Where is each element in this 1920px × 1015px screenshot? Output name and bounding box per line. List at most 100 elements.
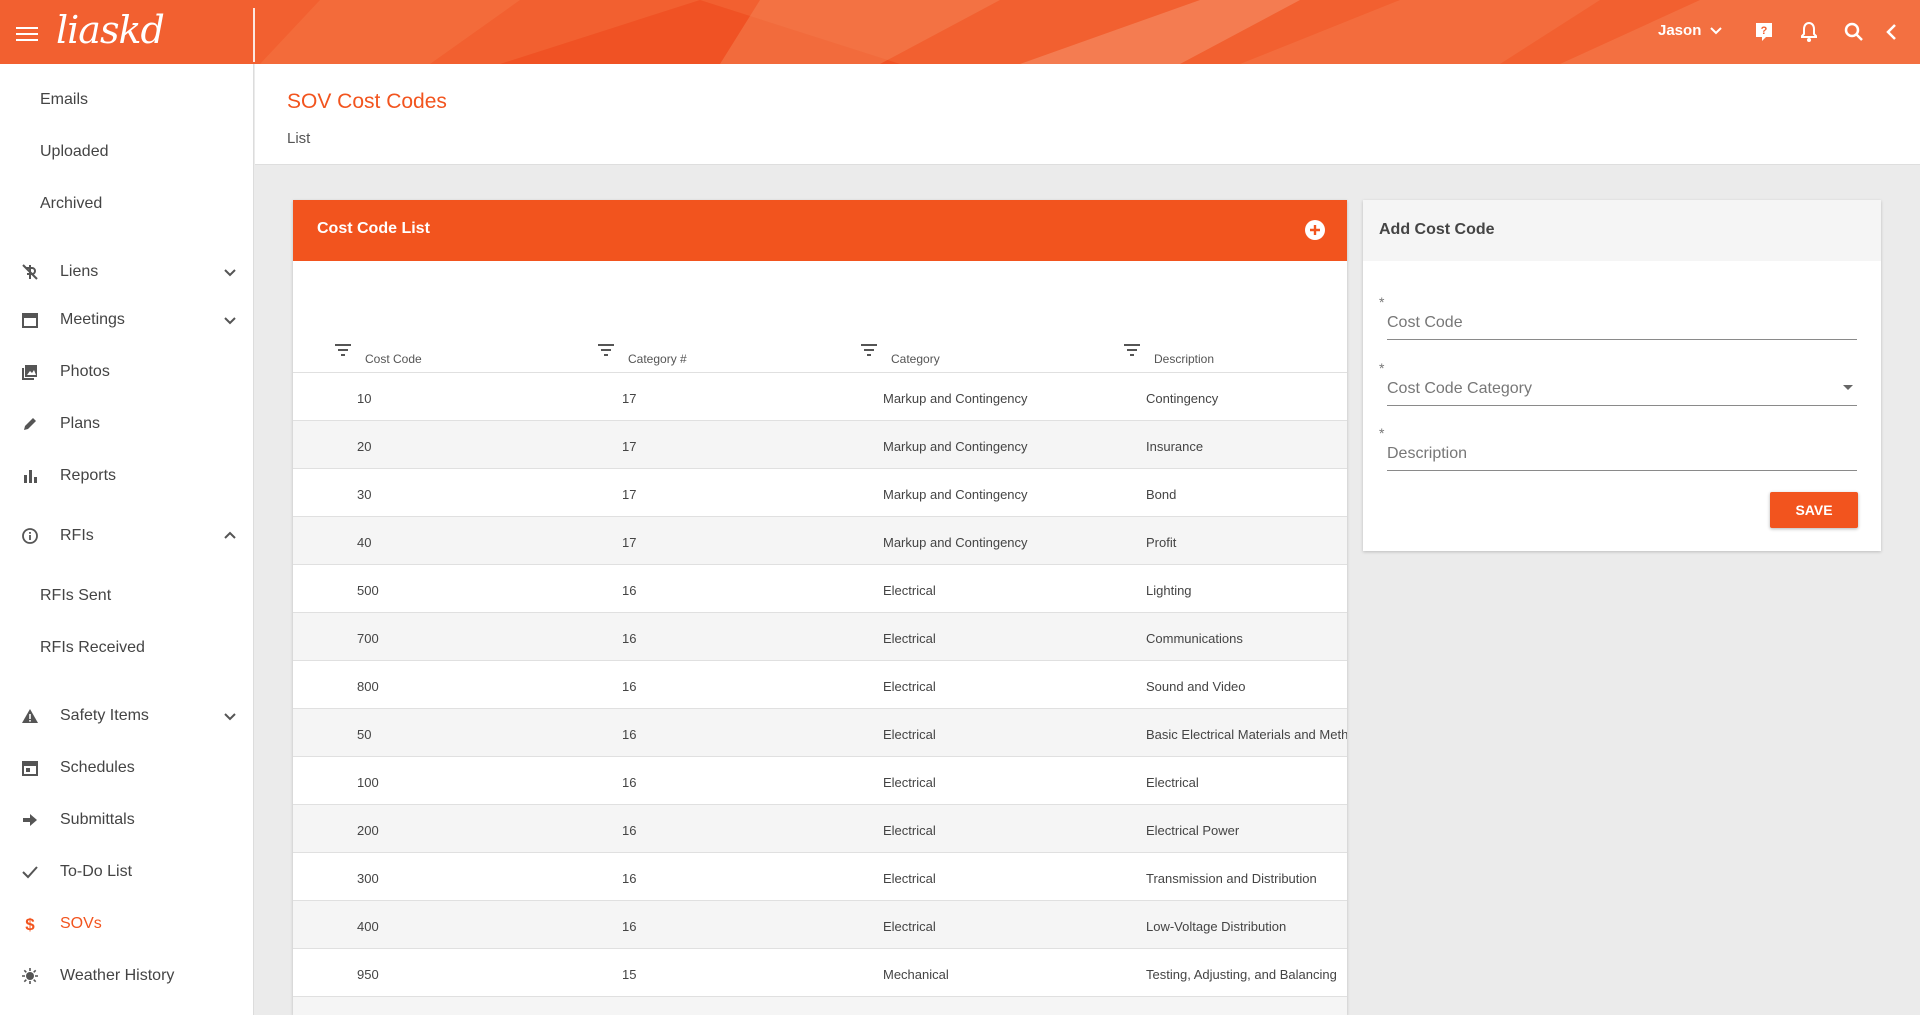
table-row[interactable]: 400 16 Electrical Low-Voltage Distribution xyxy=(293,901,1347,949)
cell-category: Electrical xyxy=(883,727,936,742)
cell-category: Electrical xyxy=(883,583,936,598)
table-row[interactable]: 500 16 Electrical Lighting xyxy=(293,565,1347,613)
cell-category: Markup and Contingency xyxy=(883,391,1028,406)
cell-category: Electrical xyxy=(883,679,936,694)
menu-icon[interactable] xyxy=(16,27,38,41)
add-cost-code-title: Add Cost Code xyxy=(1379,221,1495,238)
sidebar-item-label: Emails xyxy=(40,91,89,108)
chevron-down-icon[interactable] xyxy=(222,264,238,280)
sidebar-item-label: RFIs Sent xyxy=(40,587,112,604)
cell-description: Profit xyxy=(1146,535,1177,550)
sidebar-item-label: Meetings xyxy=(60,311,125,328)
table-row[interactable]: 10 17 Markup and Contingency Contingency xyxy=(293,373,1347,421)
cell-category-number: 17 xyxy=(622,535,637,550)
chevron-down-icon[interactable] xyxy=(222,708,238,724)
sidebar-item-label: RFIs xyxy=(60,527,94,544)
table-row[interactable]: 50 16 Electrical Basic Electrical Materials… xyxy=(293,709,1347,757)
cell-category-number: 16 xyxy=(622,823,637,838)
add-cost-code-card: Add Cost Code * Cost Code * Cost Code Ca… xyxy=(1363,200,1881,551)
dropdown-arrow-icon[interactable] xyxy=(1843,385,1853,390)
calendar-icon xyxy=(20,310,40,330)
add-circle-icon[interactable] xyxy=(1304,219,1326,241)
cell-category-number: 16 xyxy=(622,871,637,886)
sidebar-item-weather-history[interactable]: Weather History xyxy=(0,956,253,996)
cell-cost-code: 40 xyxy=(357,535,372,550)
sidebar-item-plans[interactable]: Plans xyxy=(0,404,253,444)
cost-code-category-select[interactable]: * Cost Code Category xyxy=(1379,360,1857,406)
cell-description: Bond xyxy=(1146,487,1177,502)
dollar-icon: $ xyxy=(20,914,40,934)
sidebar-item-sovs[interactable]: $ SOVs xyxy=(0,904,253,944)
bell-icon[interactable] xyxy=(1797,20,1821,44)
sidebar-item-archived[interactable]: Archived xyxy=(0,184,253,224)
sidebar-item-safety-items[interactable]: Safety Items xyxy=(0,696,253,736)
cell-cost-code: 100 xyxy=(357,775,379,790)
app-logo[interactable]: liaskd xyxy=(56,8,165,52)
sidebar-item-liens[interactable]: Liens xyxy=(0,252,253,292)
cell-cost-code: 50 xyxy=(357,727,372,742)
cost-code-input[interactable]: * Cost Code xyxy=(1379,294,1857,340)
sidebar-item-label: Schedules xyxy=(60,759,135,776)
table-row[interactable] xyxy=(293,997,1347,1015)
warning-icon xyxy=(20,706,40,726)
search-icon[interactable] xyxy=(1842,20,1866,44)
table-row[interactable]: 100 16 Electrical Electrical xyxy=(293,757,1347,805)
schedule-icon xyxy=(20,758,40,778)
description-input[interactable]: * Description xyxy=(1379,425,1857,471)
table-row[interactable]: 700 16 Electrical Communications xyxy=(293,613,1347,661)
sidebar-item-rfis[interactable]: RFIs xyxy=(0,516,253,556)
cell-cost-code: 400 xyxy=(357,919,379,934)
sidebar-item-label: SOVs xyxy=(60,915,102,932)
sidebar-item-schedules[interactable]: Schedules xyxy=(0,748,253,788)
table-row[interactable]: 800 16 Electrical Sound and Video xyxy=(293,661,1347,709)
cell-category: Mechanical xyxy=(883,967,949,982)
table-row[interactable]: 20 17 Markup and Contingency Insurance xyxy=(293,421,1347,469)
cell-category-number: 17 xyxy=(622,487,637,502)
table-row[interactable]: 300 16 Electrical Transmission and Distribu… xyxy=(293,853,1347,901)
header-divider xyxy=(253,8,255,62)
cell-category-number: 16 xyxy=(622,919,637,934)
cell-category-number: 17 xyxy=(622,439,637,454)
cell-category: Electrical xyxy=(883,919,936,934)
column-label: Description xyxy=(1154,352,1215,366)
table-row[interactable]: 200 16 Electrical Electrical Power xyxy=(293,805,1347,853)
sidebar-item-submittals[interactable]: Submittals xyxy=(0,800,253,840)
cell-description: Sound and Video xyxy=(1146,679,1246,694)
help-icon[interactable]: ? xyxy=(1752,20,1776,44)
save-button[interactable]: SAVE xyxy=(1770,492,1858,528)
sidebar-item-label: Safety Items xyxy=(60,707,149,724)
sidebar-item-reports[interactable]: Reports xyxy=(0,456,253,496)
svg-text:$: $ xyxy=(25,915,35,933)
cell-description: Low-Voltage Distribution xyxy=(1146,919,1287,934)
user-menu[interactable]: Jason xyxy=(1658,22,1723,39)
sidebar-item-photos[interactable]: Photos xyxy=(0,352,253,392)
collapse-icon[interactable] xyxy=(1880,20,1904,44)
filter-icon[interactable] xyxy=(596,342,616,358)
cell-description: Communications xyxy=(1146,631,1243,646)
table-row[interactable]: 950 15 Mechanical Testing, Adjusting, and B… xyxy=(293,949,1347,997)
filter-icon[interactable] xyxy=(333,342,353,358)
sidebar-item-label: Weather History xyxy=(60,967,175,984)
filter-icon[interactable] xyxy=(859,342,879,358)
sidebar-item-meetings[interactable]: Meetings xyxy=(0,300,253,340)
sidebar-item-to-do-list[interactable]: To-Do List xyxy=(0,852,253,892)
cell-cost-code: 500 xyxy=(357,583,379,598)
required-marker: * xyxy=(1379,294,1385,310)
sidebar-item-uploaded[interactable]: Uploaded xyxy=(0,132,253,172)
table-row[interactable]: 40 17 Markup and Contingency Profit xyxy=(293,517,1347,565)
sidebar-item-label: Submittals xyxy=(60,811,135,828)
page-header: SOV Cost Codes List xyxy=(255,64,1920,165)
arrow-right-icon xyxy=(20,810,40,830)
sidebar-item-emails[interactable]: Emails xyxy=(0,80,253,120)
chevron-up-icon[interactable] xyxy=(222,528,238,544)
cell-category: Markup and Contingency xyxy=(883,535,1028,550)
sidebar-item-label: Plans xyxy=(60,415,101,432)
chevron-down-icon[interactable] xyxy=(222,312,238,328)
page-subtitle: List xyxy=(287,130,311,147)
table-row[interactable]: 30 17 Markup and Contingency Bond xyxy=(293,469,1347,517)
sidebar-item-rfis-sent[interactable]: RFIs Sent xyxy=(0,576,253,616)
cost-code-category-placeholder: Cost Code Category xyxy=(1387,380,1532,397)
sidebar-item-label: Photos xyxy=(60,363,110,380)
sidebar-item-rfis-received[interactable]: RFIs Received xyxy=(0,628,253,668)
filter-icon[interactable] xyxy=(1122,342,1142,358)
